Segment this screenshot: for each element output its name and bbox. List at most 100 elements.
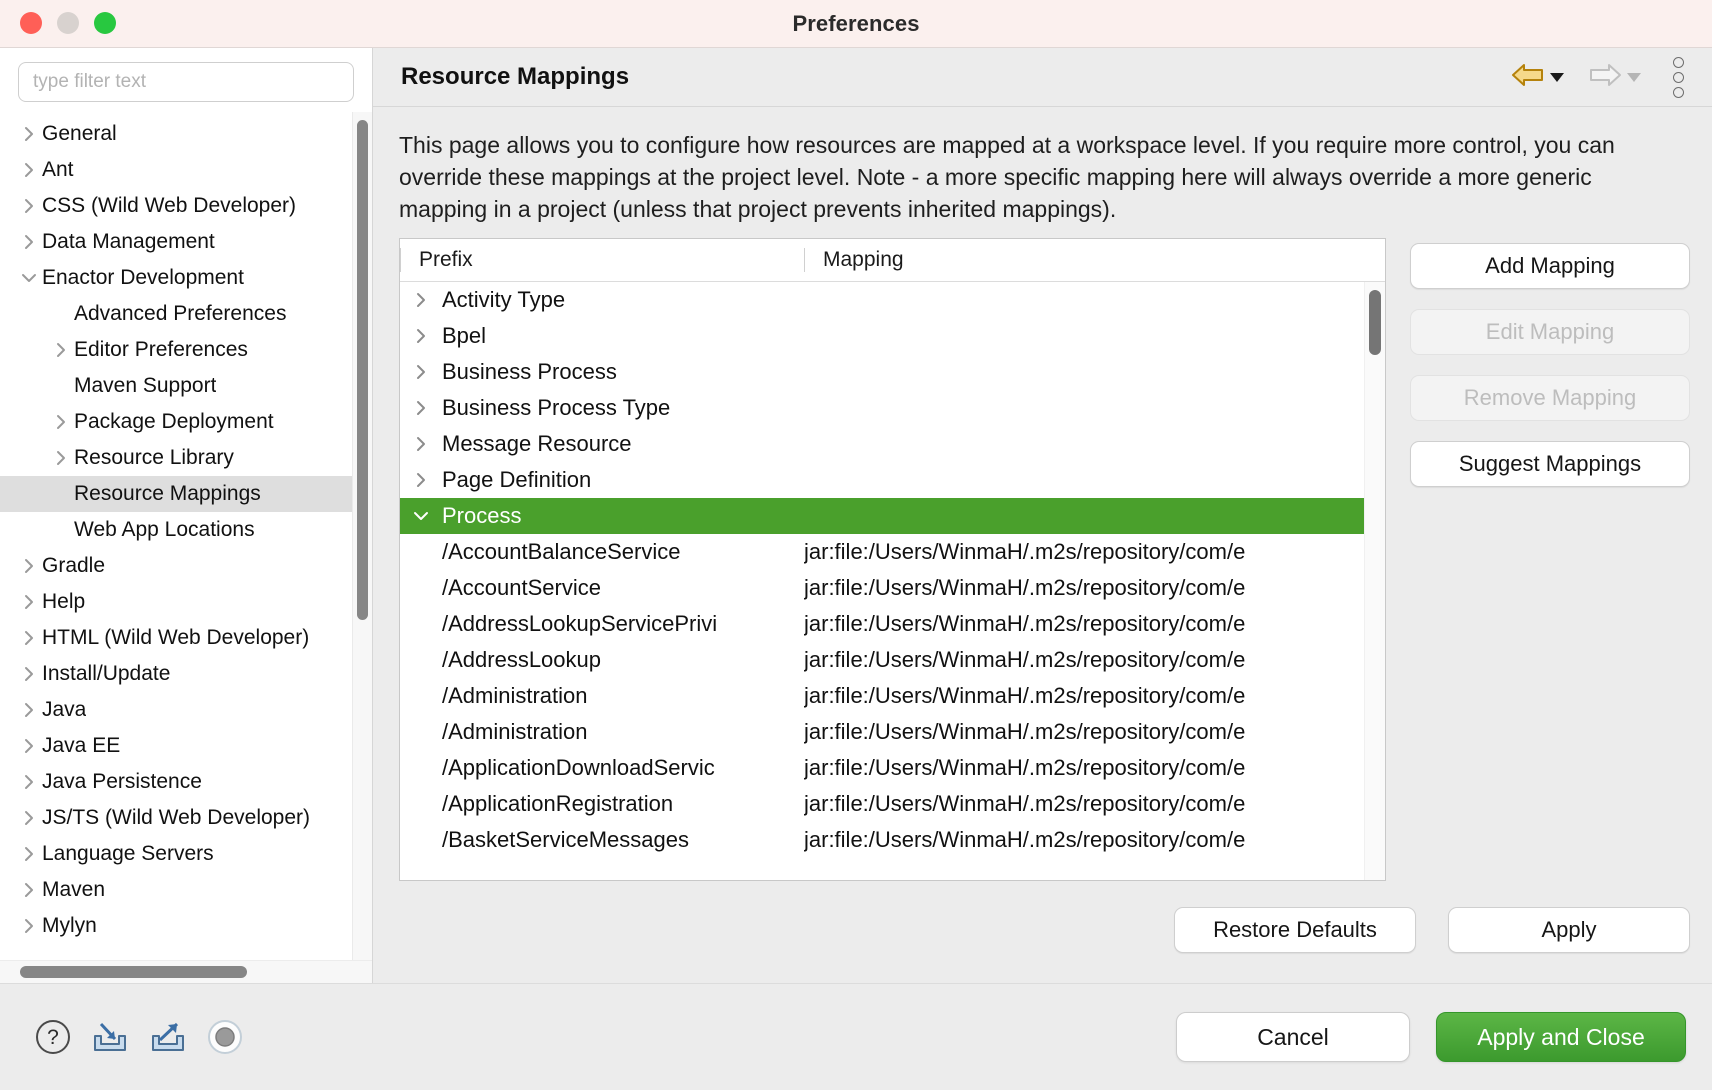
help-icon[interactable]: ? xyxy=(34,1018,72,1056)
minimize-window-button[interactable] xyxy=(57,12,79,34)
chevron-right-icon[interactable] xyxy=(16,557,42,575)
chevron-right-icon[interactable] xyxy=(16,881,42,899)
chevron-right-icon[interactable] xyxy=(400,363,442,381)
chevron-right-icon[interactable] xyxy=(48,341,74,359)
chevron-right-icon[interactable] xyxy=(48,413,74,431)
add-mapping-button[interactable]: Add Mapping xyxy=(1410,242,1690,289)
sidebar-item-enactor-development[interactable]: Enactor Development xyxy=(0,260,372,296)
table-row[interactable]: Activity Type xyxy=(400,282,1385,318)
sidebar-item-ant[interactable]: Ant xyxy=(0,152,372,188)
maximize-window-button[interactable] xyxy=(94,12,116,34)
table-row[interactable]: Process xyxy=(400,497,1385,534)
back-button[interactable] xyxy=(1507,59,1568,96)
import-icon[interactable] xyxy=(90,1018,130,1056)
content-header: Resource Mappings xyxy=(373,48,1712,107)
table-row[interactable]: /Administration jar:file:/Users/WinmaH/.m… xyxy=(400,714,1385,750)
apply-and-close-button[interactable]: Apply and Close xyxy=(1436,1012,1686,1062)
chevron-right-icon[interactable] xyxy=(16,665,42,683)
chevron-down-icon[interactable] xyxy=(16,271,42,285)
chevron-right-icon[interactable] xyxy=(16,845,42,863)
chevron-right-icon[interactable] xyxy=(16,161,42,179)
restore-defaults-button[interactable]: Restore Defaults xyxy=(1174,907,1416,953)
chevron-right-icon[interactable] xyxy=(400,327,442,345)
sidebar-item-java[interactable]: Java xyxy=(0,692,372,728)
chevron-right-icon[interactable] xyxy=(16,197,42,215)
table-vertical-scrollbar-track[interactable] xyxy=(1364,281,1385,880)
suggest-mappings-button[interactable]: Suggest Mappings xyxy=(1410,440,1690,487)
sidebar-item-install-update[interactable]: Install/Update xyxy=(0,656,372,692)
cell-mapping: jar:file:/Users/WinmaH/.m2s/repository/c… xyxy=(804,610,1246,636)
sidebar-item-js-ts-wild-web-developer[interactable]: JS/TS (Wild Web Developer) xyxy=(0,800,372,836)
sidebar-item-label: JS/TS (Wild Web Developer) xyxy=(42,806,311,829)
cell-mapping: jar:file:/Users/WinmaH/.m2s/repository/c… xyxy=(804,754,1246,780)
sidebar-item-package-deployment[interactable]: Package Deployment xyxy=(0,404,372,440)
cell-prefix: /ApplicationDownloadServic xyxy=(442,754,715,780)
sidebar-item-html-wild-web-developer[interactable]: HTML (Wild Web Developer) xyxy=(0,620,372,656)
chevron-right-icon[interactable] xyxy=(16,917,42,935)
table-row[interactable]: /ApplicationDownloadServic jar:file:/User… xyxy=(400,750,1385,786)
sidebar-item-mylyn[interactable]: Mylyn xyxy=(0,908,372,944)
sidebar-item-gradle[interactable]: Gradle xyxy=(0,548,372,584)
column-header-mapping[interactable]: Mapping xyxy=(804,247,1385,272)
mapping-content-area: Prefix Mapping Activity Type Bpel Business… xyxy=(373,237,1712,887)
chevron-right-icon[interactable] xyxy=(16,593,42,611)
record-icon[interactable] xyxy=(206,1018,244,1056)
cancel-button[interactable]: Cancel xyxy=(1176,1012,1410,1062)
forward-button[interactable] xyxy=(1584,59,1645,96)
sidebar-item-general[interactable]: General xyxy=(0,116,372,152)
sidebar-item-web-app-locations[interactable]: Web App Locations xyxy=(0,512,372,548)
table-row[interactable]: Message Resource xyxy=(400,426,1385,462)
chevron-right-icon[interactable] xyxy=(16,773,42,791)
table-row[interactable]: /AccountService jar:file:/Users/WinmaH/.m… xyxy=(400,570,1385,606)
back-dropdown-chevron-down-icon[interactable] xyxy=(1550,72,1564,82)
page-action-buttons: Restore Defaults Apply xyxy=(373,887,1712,983)
chevron-right-icon[interactable] xyxy=(16,233,42,251)
column-header-prefix[interactable]: Prefix xyxy=(400,247,804,272)
chevron-right-icon[interactable] xyxy=(16,737,42,755)
sidebar-item-css-wild-web-developer[interactable]: CSS (Wild Web Developer) xyxy=(0,188,372,224)
chevron-down-icon[interactable] xyxy=(400,509,442,523)
sidebar-item-java-ee[interactable]: Java EE xyxy=(0,728,372,764)
tree-horizontal-scrollbar-thumb[interactable] xyxy=(20,966,247,978)
chevron-right-icon[interactable] xyxy=(16,701,42,719)
close-window-button[interactable] xyxy=(20,12,42,34)
chevron-right-icon[interactable] xyxy=(400,291,442,309)
table-row[interactable]: /AddressLookupServicePrivi jar:file:/User… xyxy=(400,606,1385,642)
chevron-right-icon[interactable] xyxy=(400,471,442,489)
export-icon[interactable] xyxy=(148,1018,188,1056)
sidebar-item-maven-support[interactable]: Maven Support xyxy=(0,368,372,404)
table-row[interactable]: Business Process xyxy=(400,354,1385,390)
table-row[interactable]: /ApplicationRegistration jar:file:/Users/… xyxy=(400,786,1385,822)
sidebar-item-advanced-preferences[interactable]: Advanced Preferences xyxy=(0,296,372,332)
table-row[interactable]: /AccountBalanceService jar:file:/Users/Wi… xyxy=(400,534,1385,570)
sidebar-item-java-persistence[interactable]: Java Persistence xyxy=(0,764,372,800)
forward-dropdown-chevron-down-icon[interactable] xyxy=(1627,72,1641,82)
sidebar-item-language-servers[interactable]: Language Servers xyxy=(0,836,372,872)
sidebar-item-editor-preferences[interactable]: Editor Preferences xyxy=(0,332,372,368)
chevron-right-icon[interactable] xyxy=(16,629,42,647)
sidebar-item-maven[interactable]: Maven xyxy=(0,872,372,908)
table-row[interactable]: /BasketServiceMessages jar:file:/Users/Wi… xyxy=(400,822,1385,858)
table-row[interactable]: Bpel xyxy=(400,318,1385,354)
table-row[interactable]: /Administration jar:file:/Users/WinmaH/.m… xyxy=(400,678,1385,714)
chevron-right-icon[interactable] xyxy=(400,399,442,417)
sidebar-item-resource-mappings[interactable]: Resource Mappings xyxy=(0,476,372,512)
cell-prefix: Message Resource xyxy=(442,430,632,456)
chevron-right-icon[interactable] xyxy=(48,449,74,467)
tree-horizontal-scrollbar-track[interactable] xyxy=(0,960,372,983)
tree-vertical-scrollbar-track[interactable] xyxy=(352,112,372,960)
sidebar-item-help[interactable]: Help xyxy=(0,584,372,620)
table-row[interactable]: /AddressLookup jar:file:/Users/WinmaH/.m2… xyxy=(400,642,1385,678)
kebab-menu-icon[interactable] xyxy=(1667,55,1690,100)
table-row[interactable]: Page Definition xyxy=(400,462,1385,498)
chevron-right-icon[interactable] xyxy=(16,125,42,143)
apply-button[interactable]: Apply xyxy=(1448,907,1690,953)
filter-input[interactable] xyxy=(18,62,354,102)
chevron-right-icon[interactable] xyxy=(16,809,42,827)
sidebar-item-resource-library[interactable]: Resource Library xyxy=(0,440,372,476)
chevron-right-icon[interactable] xyxy=(400,435,442,453)
tree-vertical-scrollbar-thumb[interactable] xyxy=(357,120,368,620)
table-row[interactable]: Business Process Type xyxy=(400,390,1385,426)
table-vertical-scrollbar-thumb[interactable] xyxy=(1369,289,1381,355)
sidebar-item-data-management[interactable]: Data Management xyxy=(0,224,372,260)
